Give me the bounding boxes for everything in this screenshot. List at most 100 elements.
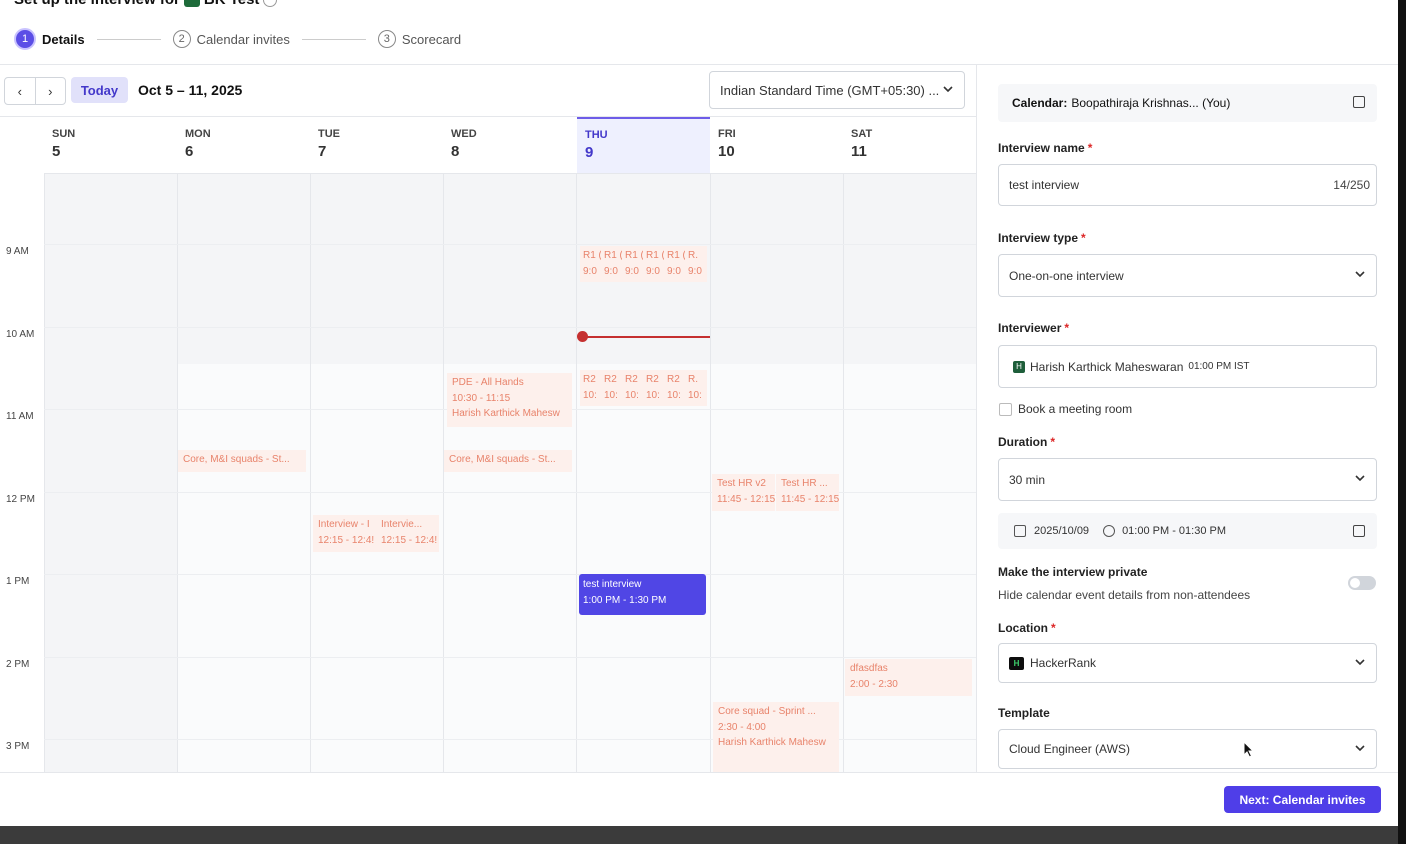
calendar-event[interactable]: PDE - All Hands 10:30 - 11:15 Harish Kar… xyxy=(447,373,572,427)
day-date: 7 xyxy=(318,143,327,160)
day-column-sun[interactable] xyxy=(44,174,177,773)
calendar-selector[interactable]: Calendar: Boopathiraja Krishnas... (You) xyxy=(998,84,1377,122)
calendar-event[interactable]: R2 10: xyxy=(601,370,622,406)
step-scorecard[interactable]: 3 Scorecard xyxy=(377,30,461,48)
hour-line xyxy=(44,574,976,575)
event-title: R1 ( xyxy=(625,250,643,261)
selected-interview-event[interactable]: test interview 1:00 PM - 1:30 PM xyxy=(579,574,706,615)
edit-icon[interactable] xyxy=(1353,525,1365,537)
meeting-room-checkbox[interactable] xyxy=(999,403,1012,416)
day-date: 5 xyxy=(52,143,61,160)
calendar-event[interactable]: R1 (9:0 xyxy=(643,246,664,282)
candidate-avatar xyxy=(183,0,200,8)
calendar-event[interactable]: Core squad - Sprint ... 2:30 - 4:00 Hari… xyxy=(713,702,839,773)
step-connector xyxy=(301,38,366,40)
label-text: Location xyxy=(998,621,1048,635)
day-header-thu[interactable]: THU 9 xyxy=(577,117,710,173)
event-time: 11:45 - 12:15 xyxy=(781,493,839,505)
location-select[interactable]: H HackerRank xyxy=(998,643,1377,683)
event-time: 9:0 xyxy=(646,265,660,277)
chevron-down-icon xyxy=(1355,475,1365,482)
date-range: Oct 5 – 11, 2025 xyxy=(138,82,243,98)
hour-label: 2 PM xyxy=(6,659,30,670)
prev-week-button[interactable]: ‹ xyxy=(5,78,35,104)
label-text: Duration xyxy=(998,435,1048,449)
interviewer-select[interactable]: H Harish Karthick Maheswaran 01:00 PM IS… xyxy=(998,345,1377,388)
info-icon[interactable] xyxy=(263,0,278,8)
interview-type-label: Interview type * xyxy=(998,231,1086,245)
event-time: 9:0 xyxy=(688,265,702,277)
private-toggle[interactable] xyxy=(1348,576,1376,590)
day-header-sun[interactable]: SUN 5 xyxy=(44,117,177,173)
duration-select[interactable]: 30 min xyxy=(998,458,1377,501)
hour-line xyxy=(44,327,976,328)
event-title: R2 xyxy=(667,374,680,385)
meeting-room-label: Book a meeting room xyxy=(1018,402,1133,416)
day-header-mon[interactable]: MON 6 xyxy=(177,117,310,173)
timezone-select[interactable]: Indian Standard Time (GMT+05:30) ... xyxy=(709,71,965,109)
calendar-event[interactable]: Test HR v2 11:45 - 12:15 xyxy=(712,474,775,511)
calendar-event[interactable]: Interview - I 12:15 - 12:4! xyxy=(313,515,376,552)
calendar-event[interactable]: R2 10: xyxy=(580,370,601,406)
day-headers: SUN 5 MON 6 TUE 7 WED 8 THU 9 FRI 10 SAT 11 xyxy=(44,117,976,174)
event-time: 9:0 xyxy=(583,265,597,277)
calendar-event[interactable]: R2 10: xyxy=(664,370,685,406)
event-title: R2 xyxy=(583,374,596,385)
calendar-event[interactable]: dfasdfas 2:00 - 2:30 xyxy=(845,659,972,696)
schedule-summary[interactable]: 2025/10/09 01:00 PM - 01:30 PM xyxy=(998,513,1377,549)
day-name: WED xyxy=(451,128,477,140)
chevron-down-icon xyxy=(1355,659,1365,666)
calendar-event[interactable]: R. 10: xyxy=(685,370,707,406)
hackerrank-logo: H xyxy=(1009,656,1024,670)
title-text: Set up the interview for xyxy=(14,0,180,8)
calendar-event[interactable]: R2 10: xyxy=(622,370,643,406)
label-text: Interviewer xyxy=(998,321,1062,335)
day-header-wed[interactable]: WED 8 xyxy=(443,117,576,173)
calendar-event[interactable]: Core, M&I squads - St... xyxy=(178,450,306,472)
time-grid[interactable]: 9 AM 10 AM 11 AM 12 PM 1 PM 2 PM 3 PM R1… xyxy=(0,174,976,773)
next-week-button[interactable]: › xyxy=(34,78,66,104)
step-details[interactable]: 1 Details xyxy=(14,28,85,50)
template-select[interactable]: Cloud Engineer (AWS) xyxy=(998,729,1377,769)
event-title: PDE - All Hands xyxy=(452,377,524,388)
calendar-event[interactable]: Intervie... 12:15 - 12:4! xyxy=(376,515,439,552)
interview-name-label: Interview name * xyxy=(998,141,1092,155)
calendar-event[interactable]: Core, M&I squads - St... xyxy=(444,450,572,472)
calendar-event[interactable]: R1 (9:0 xyxy=(580,246,601,282)
required-mark: * xyxy=(1050,435,1056,449)
calendar-event[interactable]: Test HR ... 11:45 - 12:15 xyxy=(776,474,839,511)
next-calendar-invites-button[interactable]: Next: Calendar invites xyxy=(1224,786,1381,813)
event-time: 10: xyxy=(625,389,639,401)
select-value: One-on-one interview xyxy=(1009,268,1124,283)
day-header-sat[interactable]: SAT 11 xyxy=(843,117,976,173)
day-column-tue[interactable] xyxy=(310,174,443,773)
calendar-event[interactable]: R1 (9:0 xyxy=(601,246,622,282)
calendar-icon xyxy=(1014,525,1026,537)
event-title: R. xyxy=(688,374,698,385)
edit-icon[interactable] xyxy=(1353,96,1365,108)
event-title: Test HR ... xyxy=(781,478,828,489)
day-header-fri[interactable]: FRI 10 xyxy=(710,117,843,173)
today-button[interactable]: Today xyxy=(71,77,128,103)
event-title: R2 xyxy=(604,374,617,385)
day-name: SUN xyxy=(52,128,76,140)
day-name: TUE xyxy=(318,128,340,140)
event-time: 10: xyxy=(604,389,618,401)
clock-icon xyxy=(1103,525,1116,537)
calendar-event[interactable]: R. 9:0 xyxy=(685,246,707,282)
calendar-event[interactable]: R1 (9:0 xyxy=(622,246,643,282)
step-calendar-invites[interactable]: 2 Calendar invites xyxy=(172,30,290,48)
calendar-event[interactable]: R1 (9:0 xyxy=(664,246,685,282)
event-time: 9:0 xyxy=(667,265,681,277)
timezone-value: Indian Standard Time (GMT+05:30) ... xyxy=(720,82,940,98)
day-name: FRI xyxy=(718,128,736,140)
calendar-event[interactable]: R2 10: xyxy=(643,370,664,406)
day-column-mon[interactable] xyxy=(177,174,310,773)
calendar-value: Boopathiraja Krishnas... (You) xyxy=(1071,96,1231,110)
day-name: SAT xyxy=(851,128,873,140)
required-mark: * xyxy=(1051,621,1056,635)
interview-type-select[interactable]: One-on-one interview xyxy=(998,254,1377,297)
interview-name-input[interactable]: test interview 14/250 xyxy=(998,164,1377,206)
day-column-wed[interactable] xyxy=(443,174,576,773)
day-header-tue[interactable]: TUE 7 xyxy=(310,117,443,173)
